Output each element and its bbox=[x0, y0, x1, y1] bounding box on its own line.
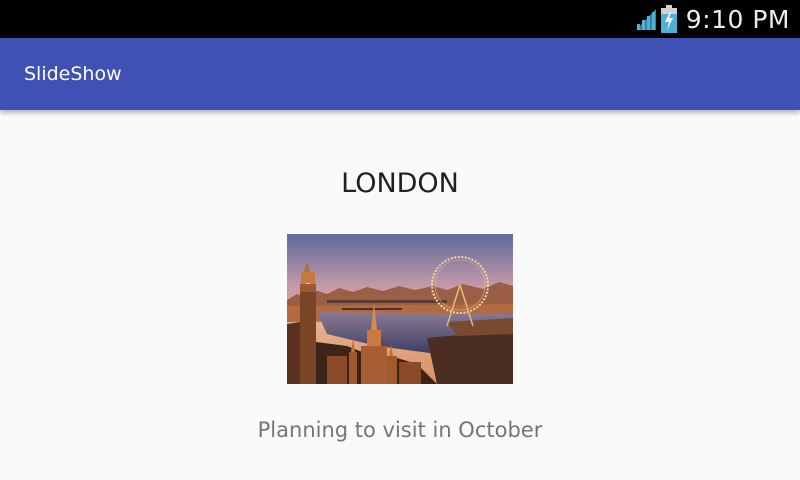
slide-content: LONDON Planning to visit in October bbox=[0, 110, 800, 480]
slide-title: LONDON bbox=[341, 168, 459, 199]
status-icons: 9:10 PM bbox=[635, 0, 790, 38]
status-clock: 9:10 PM bbox=[685, 4, 790, 34]
app-bar: SlideShow bbox=[0, 38, 800, 110]
signal-icon bbox=[635, 9, 656, 30]
status-bar: 9:10 PM bbox=[0, 0, 800, 38]
london-cityscape-photo bbox=[287, 234, 513, 384]
battery-charging-icon bbox=[660, 5, 677, 33]
app-title: SlideShow bbox=[24, 63, 122, 85]
slide-caption: Planning to visit in October bbox=[257, 418, 543, 442]
